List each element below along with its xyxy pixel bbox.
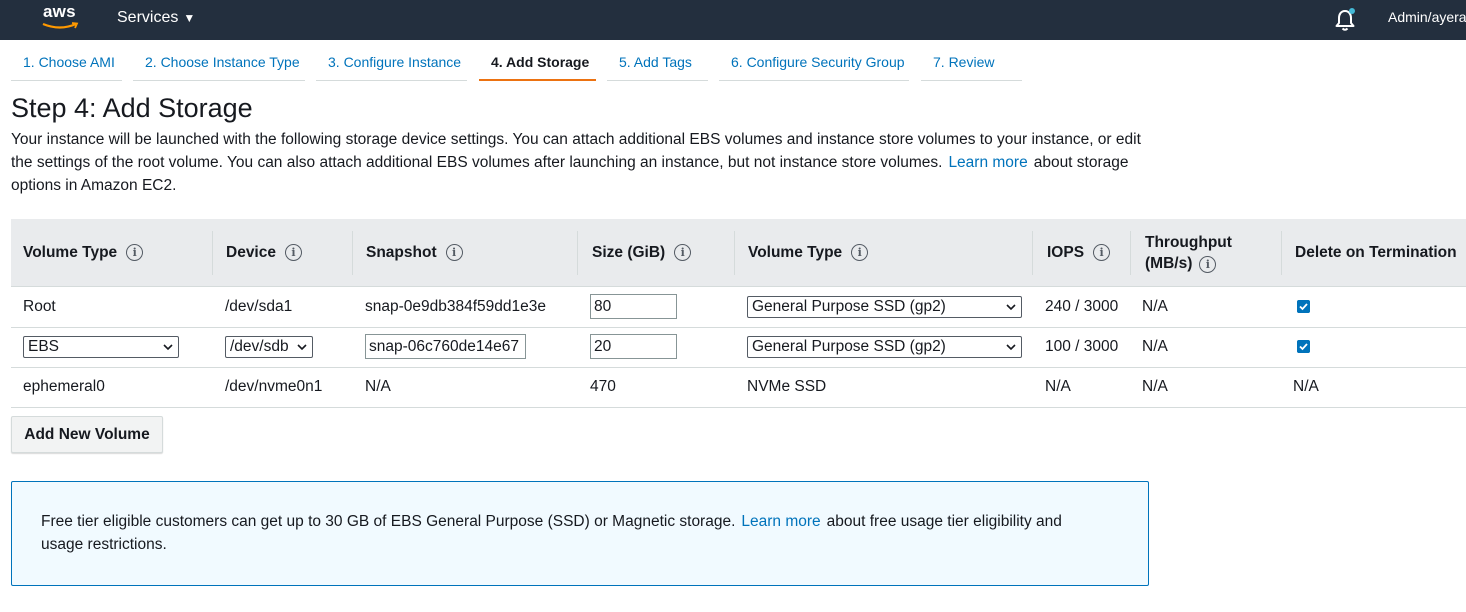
header-iops-label: IOPS: [1047, 243, 1085, 261]
header-delete-on-termination: Delete on Termination: [1295, 243, 1457, 261]
header-snapshot-label: Snapshot: [366, 243, 437, 261]
device-select-value: /dev/sdb: [230, 338, 289, 355]
user-account-menu[interactable]: Admin/ayera: [1388, 9, 1466, 25]
column-divider: [212, 231, 213, 275]
header-device-label: Device: [226, 243, 276, 261]
throughput-cell: N/A: [1142, 338, 1168, 355]
info-icon[interactable]: i: [445, 244, 463, 261]
iops-cell: 100 / 3000: [1045, 338, 1119, 355]
tab-review[interactable]: 7. Review: [921, 54, 1022, 81]
volume-type-select[interactable]: General Purpose SSD (gp2): [747, 336, 1022, 358]
aws-smile-icon: [42, 22, 79, 29]
delete-on-termination-checkbox[interactable]: [1297, 300, 1310, 313]
alert-main-text: Free tier eligible customers can get up …: [41, 513, 736, 530]
header-size: Size (GiB) i: [592, 219, 692, 286]
volume-type-select[interactable]: General Purpose SSD (gp2): [747, 296, 1022, 318]
tab-configure-security-group[interactable]: 6. Configure Security Group: [719, 54, 909, 81]
snapshot-input[interactable]: [365, 334, 526, 359]
chevron-down-icon: [297, 344, 307, 351]
header-volume-type-2: Volume Type i: [748, 219, 869, 286]
volume-type-cell: ephemeral0: [23, 378, 105, 395]
chevron-down-icon: [163, 344, 173, 351]
column-divider: [1032, 231, 1033, 275]
volume-type-select[interactable]: EBS: [23, 336, 179, 358]
top-nav-bar: aws Services ▼ Admin/ayera: [0, 0, 1466, 40]
column-divider: [1281, 231, 1282, 275]
size-cell: 470: [590, 378, 616, 395]
aws-logo-text: aws: [43, 2, 76, 21]
info-icon[interactable]: i: [1093, 244, 1111, 261]
column-divider: [352, 231, 353, 275]
column-divider: [734, 231, 735, 275]
header-volume-type-2-label: Volume Type: [748, 243, 843, 261]
header-size-label: Size (GiB): [592, 243, 666, 261]
header-throughput-unit: (MB/s): [1145, 254, 1193, 272]
throughput-cell: N/A: [1142, 298, 1168, 315]
header-throughput-label: Throughput: [1145, 233, 1232, 251]
chevron-down-icon: [1006, 344, 1016, 351]
snapshot-cell: snap-0e9db384f59dd1e3e: [365, 298, 547, 315]
tab-add-tags[interactable]: 5. Add Tags: [607, 54, 708, 81]
learn-more-link[interactable]: Learn more: [942, 154, 1033, 171]
tab-choose-instance-type[interactable]: 2. Choose Instance Type: [133, 54, 305, 81]
header-snapshot: Snapshot i: [366, 219, 463, 286]
table-row: Root /dev/sda1 snap-0e9db384f59dd1e3e Ge…: [11, 287, 1466, 328]
header-throughput: Throughput (MB/s) i: [1145, 219, 1232, 286]
aws-logo[interactable]: aws: [40, 2, 84, 36]
device-cell: /dev/nvme0n1: [225, 378, 323, 395]
volume-type-cell: NVMe SSD: [747, 378, 827, 395]
page-description: Your instance will be launched with the …: [11, 128, 1146, 197]
free-tier-info-alert: Free tier eligible customers can get up …: [11, 481, 1149, 586]
volume-type-select-value: EBS: [28, 338, 60, 355]
services-menu-button[interactable]: Services ▼: [117, 9, 195, 27]
delete-on-termination-cell: N/A: [1293, 378, 1319, 395]
info-icon[interactable]: i: [126, 244, 144, 261]
size-input[interactable]: [590, 294, 677, 319]
device-select[interactable]: /dev/sdb: [225, 336, 313, 358]
notification-bell-icon[interactable]: [1333, 7, 1357, 33]
table-row: ephemeral0 /dev/nvme0n1 N/A 470 NVMe SSD…: [11, 367, 1466, 408]
column-divider: [577, 231, 578, 275]
info-icon[interactable]: i: [674, 244, 692, 261]
size-input[interactable]: [590, 334, 677, 359]
volume-type-select-value: General Purpose SSD (gp2): [752, 338, 946, 355]
device-cell: /dev/sda1: [225, 298, 293, 315]
header-iops: IOPS i: [1047, 219, 1111, 286]
learn-more-link[interactable]: Learn more: [735, 513, 826, 530]
info-icon[interactable]: i: [284, 244, 302, 261]
alert-text: Free tier eligible customers can get up …: [41, 510, 1101, 556]
volume-type-cell: Root: [23, 298, 56, 315]
delete-on-termination-checkbox[interactable]: [1297, 340, 1310, 353]
column-divider: [1130, 231, 1131, 275]
header-volume-type: Volume Type i: [23, 219, 144, 286]
iops-cell: N/A: [1045, 378, 1071, 395]
iops-cell: 240 / 3000: [1045, 298, 1119, 315]
header-throughput-unit-line: (MB/s) i: [1145, 253, 1232, 274]
header-throughput-text: Throughput (MB/s) i: [1145, 232, 1232, 274]
header-device: Device i: [226, 219, 302, 286]
table-row: EBS /dev/sdb General Purpose SSD (gp2) 1…: [11, 327, 1466, 368]
caret-down-icon: ▼: [183, 11, 196, 25]
services-label: Services: [117, 9, 179, 26]
add-new-volume-button[interactable]: Add New Volume: [11, 416, 163, 453]
info-icon[interactable]: i: [1199, 255, 1217, 273]
volume-type-select-value: General Purpose SSD (gp2): [752, 298, 946, 315]
info-icon[interactable]: i: [851, 244, 869, 261]
storage-table-header: Volume Type i Device i Snapshot i Size (GiB…: [11, 219, 1466, 287]
tab-add-storage[interactable]: 4. Add Storage: [479, 54, 596, 81]
page-title: Step 4: Add Storage: [11, 93, 253, 123]
chevron-down-icon: [1006, 304, 1016, 311]
tab-configure-instance[interactable]: 3. Configure Instance: [316, 54, 467, 81]
header-volume-type-label: Volume Type: [23, 243, 118, 261]
tab-choose-ami[interactable]: 1. Choose AMI: [11, 54, 122, 81]
snapshot-cell: N/A: [365, 378, 391, 395]
throughput-cell: N/A: [1142, 378, 1168, 395]
